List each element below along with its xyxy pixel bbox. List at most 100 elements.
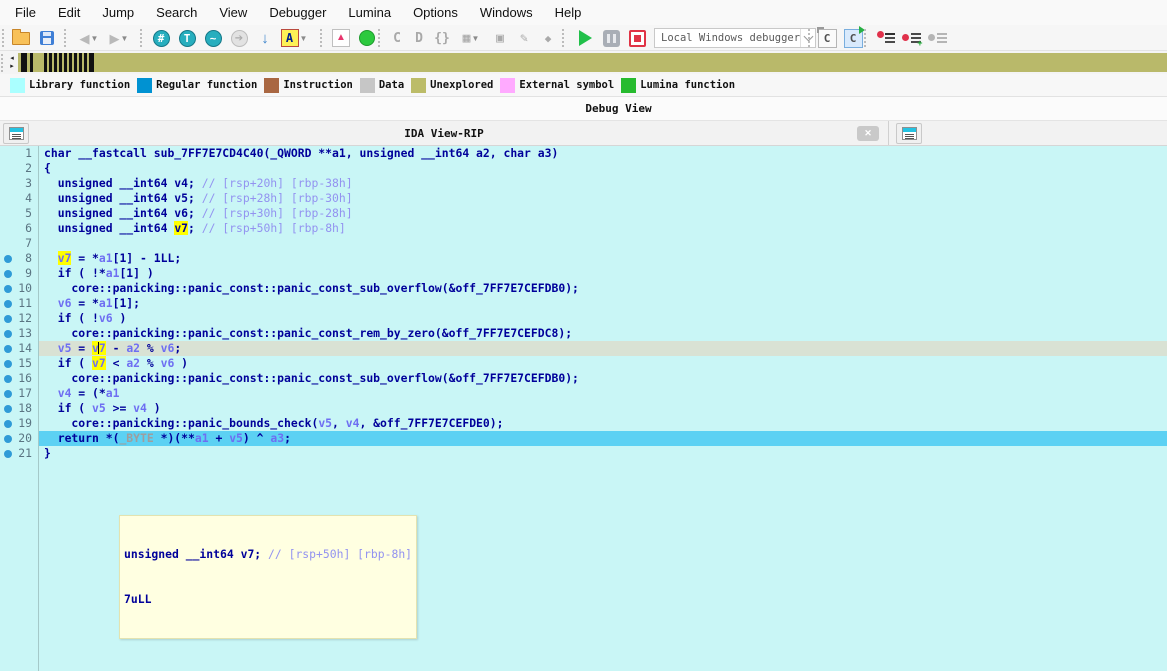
create-code-icon: C (393, 31, 401, 46)
code-line-3[interactable]: 3 unsigned __int64 v4; // [rsp+20h] [rbp… (0, 176, 1167, 191)
code-line-8[interactable]: 8 v7 = *a1[1] - 1LL; (0, 251, 1167, 266)
open-file-button[interactable] (8, 27, 34, 49)
menu-item-jump[interactable]: Jump (91, 0, 145, 25)
create-struct-button[interactable]: {} (430, 27, 454, 49)
navband-left-arrow-icon[interactable]: ◂ (10, 55, 14, 63)
code-text[interactable]: v6 = *a1[1]; (44, 296, 140, 311)
code-line-4[interactable]: 4 unsigned __int64 v5; // [rsp+28h] [rbp… (0, 191, 1167, 206)
code-text[interactable]: if ( !v6 ) (44, 311, 126, 326)
create-enum-button[interactable]: ▦▼ (454, 27, 488, 49)
tab-debug-view[interactable]: Debug View (585, 102, 651, 115)
code-line-18[interactable]: 18 if ( v5 >= v4 ) (0, 401, 1167, 416)
navigate-forward-button[interactable]: ▶▼ (104, 27, 134, 49)
menu-item-view[interactable]: View (208, 0, 258, 25)
code-line-11[interactable]: 11 v6 = *a1[1]; (0, 296, 1167, 311)
toolbar-grip[interactable] (64, 29, 70, 47)
code-text[interactable]: unsigned __int64 v6; // [rsp+30h] [rbp-2… (44, 206, 353, 221)
jump-name-button[interactable]: T (174, 27, 200, 49)
source-c-button[interactable]: C (814, 27, 840, 49)
code-text[interactable]: v4 = (*a1 (44, 386, 119, 401)
code-line-9[interactable]: 9 if ( !*a1[1] ) (0, 266, 1167, 281)
code-text[interactable]: core::panicking::panic_const::panic_cons… (44, 371, 579, 386)
code-text[interactable]: v5 = v7 - a2 % v6; (44, 341, 181, 356)
menu-item-help[interactable]: Help (544, 0, 593, 25)
toolbar-grip[interactable] (378, 29, 384, 47)
text-search-button[interactable]: A▼ (278, 27, 310, 49)
code-line-19[interactable]: 19 core::panicking::panic_bounds_check(v… (0, 416, 1167, 431)
navigate-back-button[interactable]: ◀▼ (74, 27, 104, 49)
code-text[interactable]: return *(_BYTE *)(**a1 + v5) ^ a3; (44, 431, 291, 446)
menu-item-edit[interactable]: Edit (47, 0, 91, 25)
code-text[interactable]: core::panicking::panic_const::panic_cons… (44, 281, 579, 296)
code-text[interactable]: unsigned __int64 v4; // [rsp+20h] [rbp-3… (44, 176, 353, 191)
code-text[interactable]: } (44, 446, 51, 461)
code-text[interactable]: unsigned __int64 v5; // [rsp+28h] [rbp-3… (44, 191, 353, 206)
create-code-button[interactable]: C (386, 27, 408, 49)
menu-item-windows[interactable]: Windows (469, 0, 544, 25)
breakpoint-list-button[interactable] (872, 27, 898, 49)
pseudocode-view[interactable]: 1char __fastcall sub_7FF7E7CD4C40(_QWORD… (0, 146, 1167, 671)
toolbar-grip[interactable] (562, 29, 568, 47)
pause-process-button[interactable] (598, 27, 624, 49)
menu-item-file[interactable]: File (4, 0, 47, 25)
code-text[interactable]: unsigned __int64 v7; // [rsp+50h] [rbp-8… (44, 221, 346, 236)
analysis-indicator (354, 27, 380, 49)
panel-window-button[interactable] (3, 123, 29, 144)
run-analysis-button[interactable]: ▲ (328, 27, 354, 49)
code-text[interactable]: if ( v5 >= v4 ) (44, 401, 161, 416)
code-line-12[interactable]: 12 if ( !v6 ) (0, 311, 1167, 326)
code-text[interactable]: core::panicking::panic_const::panic_cons… (44, 326, 572, 341)
code-line-10[interactable]: 10 core::panicking::panic_const::panic_c… (0, 281, 1167, 296)
jump-entry-button[interactable]: ↓ (252, 27, 278, 49)
code-text[interactable]: if ( v7 < a2 % v6 ) (44, 356, 188, 371)
toolbar-grip[interactable] (320, 29, 326, 47)
code-line-15[interactable]: 15 if ( v7 < a2 % v6 ) (0, 356, 1167, 371)
edit-function-button[interactable]: ✎ (512, 27, 536, 49)
code-line-6[interactable]: 6 unsigned __int64 v7; // [rsp+50h] [rbp… (0, 221, 1167, 236)
save-disk-icon (40, 31, 54, 45)
jump-function-button[interactable]: ~ (200, 27, 226, 49)
code-line-1[interactable]: 1char __fastcall sub_7FF7E7CD4C40(_QWORD… (0, 146, 1167, 161)
jump-address-button[interactable]: # (148, 27, 174, 49)
navband-scroll-arrows[interactable]: ◂ ▸ (7, 53, 17, 72)
code-text[interactable]: core::panicking::panic_bounds_check(v5, … (44, 416, 503, 431)
toolbar-grip[interactable] (140, 29, 146, 47)
create-array-button[interactable]: ▣ (488, 27, 512, 49)
debugger-select[interactable]: Local Windows debugger (654, 28, 816, 48)
code-line-5[interactable]: 5 unsigned __int64 v6; // [rsp+30h] [rbp… (0, 206, 1167, 221)
legend-swatch-external-symbol (500, 78, 515, 93)
code-text[interactable]: if ( !*a1[1] ) (44, 266, 154, 281)
code-line-13[interactable]: 13 core::panicking::panic_const::panic_c… (0, 326, 1167, 341)
code-line-20[interactable]: 20 return *(_BYTE *)(**a1 + v5) ^ a3; (0, 431, 1167, 446)
start-process-button[interactable] (572, 27, 598, 49)
menu-item-lumina[interactable]: Lumina (337, 0, 402, 25)
code-text[interactable]: v7 = *a1[1] - 1LL; (44, 251, 181, 266)
remove-breakpoint-button[interactable] (924, 27, 950, 49)
menu-item-debugger[interactable]: Debugger (258, 0, 337, 25)
menu-item-search[interactable]: Search (145, 0, 208, 25)
stop-process-button[interactable] (624, 27, 650, 49)
save-file-button[interactable] (34, 27, 60, 49)
add-breakpoint-button[interactable]: + (898, 27, 924, 49)
c-source-icon: C (818, 29, 837, 48)
code-text[interactable]: { (44, 161, 51, 176)
code-line-16[interactable]: 16 core::panicking::panic_const::panic_c… (0, 371, 1167, 386)
navigation-band[interactable] (18, 53, 1167, 72)
toolbar-grip[interactable] (864, 29, 870, 47)
menu-item-options[interactable]: Options (402, 0, 469, 25)
code-line-7[interactable]: 7 (0, 236, 1167, 251)
patch-program-button[interactable]: ◆ (536, 27, 560, 49)
secondary-window-button[interactable] (896, 123, 922, 144)
source-c-run-button[interactable]: C (840, 27, 866, 49)
code-line-17[interactable]: 17 v4 = (*a1 (0, 386, 1167, 401)
code-line-14[interactable]: 14 v5 = v7 - a2 % v6; (0, 341, 1167, 356)
jump-xref-button[interactable]: ➔ (226, 27, 252, 49)
code-line-2[interactable]: 2{ (0, 161, 1167, 176)
create-data-button[interactable]: D (408, 27, 430, 49)
code-line-21[interactable]: 21} (0, 446, 1167, 461)
navband-right-arrow-icon[interactable]: ▸ (10, 63, 14, 71)
close-panel-button[interactable]: ✕ (857, 126, 879, 141)
panel-title[interactable]: IDA View-RIP (30, 121, 858, 145)
code-text[interactable]: char __fastcall sub_7FF7E7CD4C40(_QWORD … (44, 146, 558, 161)
line-number: 17 (0, 386, 32, 401)
